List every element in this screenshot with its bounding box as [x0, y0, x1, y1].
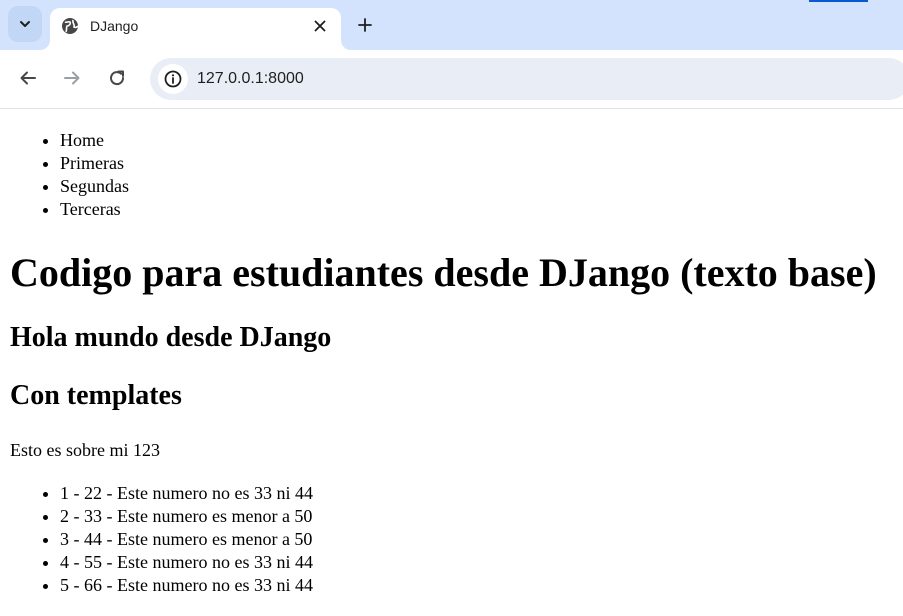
globe-icon [62, 18, 79, 34]
templates-heading: Con templates [10, 380, 182, 411]
browser-toolbar: 127.0.0.1:8000 [0, 50, 903, 109]
reload-button[interactable] [103, 64, 131, 92]
arrow-left-icon [20, 71, 36, 85]
reload-icon [110, 70, 125, 86]
list-item: 4 - 55 - Este numero no es 33 ni 44 [60, 551, 313, 574]
address-bar[interactable]: 127.0.0.1:8000 [150, 58, 903, 100]
nav-item-home: Home [60, 129, 129, 152]
new-tab-button[interactable] [352, 12, 378, 38]
tab-strip: DJango [0, 0, 903, 50]
back-button[interactable] [14, 64, 42, 92]
tab-title: DJango [90, 18, 139, 34]
nav-item-terceras: Terceras [60, 198, 129, 221]
greeting-heading: Hola mundo desde DJango [10, 322, 332, 353]
chevron-down-icon [20, 21, 30, 27]
window-accent-bar [809, 0, 868, 2]
plus-icon [358, 18, 372, 32]
list-item: 1 - 22 - Este numero no es 33 ni 44 [60, 482, 313, 505]
list-item: 5 - 66 - Este numero no es 33 ni 44 [60, 574, 313, 597]
nav-list: Home Primeras Segundas Terceras [0, 129, 129, 221]
tab-close-button[interactable] [310, 16, 330, 36]
close-icon [314, 20, 326, 32]
page-title: Codigo para estudiantes desde DJango (te… [10, 250, 877, 295]
active-tab[interactable]: DJango [50, 8, 341, 50]
list-item: 2 - 33 - Este numero es menor a 50 [60, 505, 313, 528]
forward-button[interactable] [58, 64, 86, 92]
info-icon [164, 70, 182, 88]
intro-text: Esto es sobre mi 123 [10, 440, 160, 460]
page-content: Home Primeras Segundas Terceras Codigo p… [0, 109, 903, 616]
number-list: 1 - 22 - Este numero no es 33 ni 44 2 - … [0, 482, 313, 597]
list-item: 3 - 44 - Este numero es menor a 50 [60, 528, 313, 551]
arrow-right-icon [64, 71, 80, 85]
site-info-button[interactable] [158, 64, 188, 94]
tab-search-button[interactable] [8, 6, 42, 42]
nav-item-segundas: Segundas [60, 175, 129, 198]
nav-item-primeras: Primeras [60, 152, 129, 175]
url-text[interactable]: 127.0.0.1:8000 [197, 69, 304, 89]
